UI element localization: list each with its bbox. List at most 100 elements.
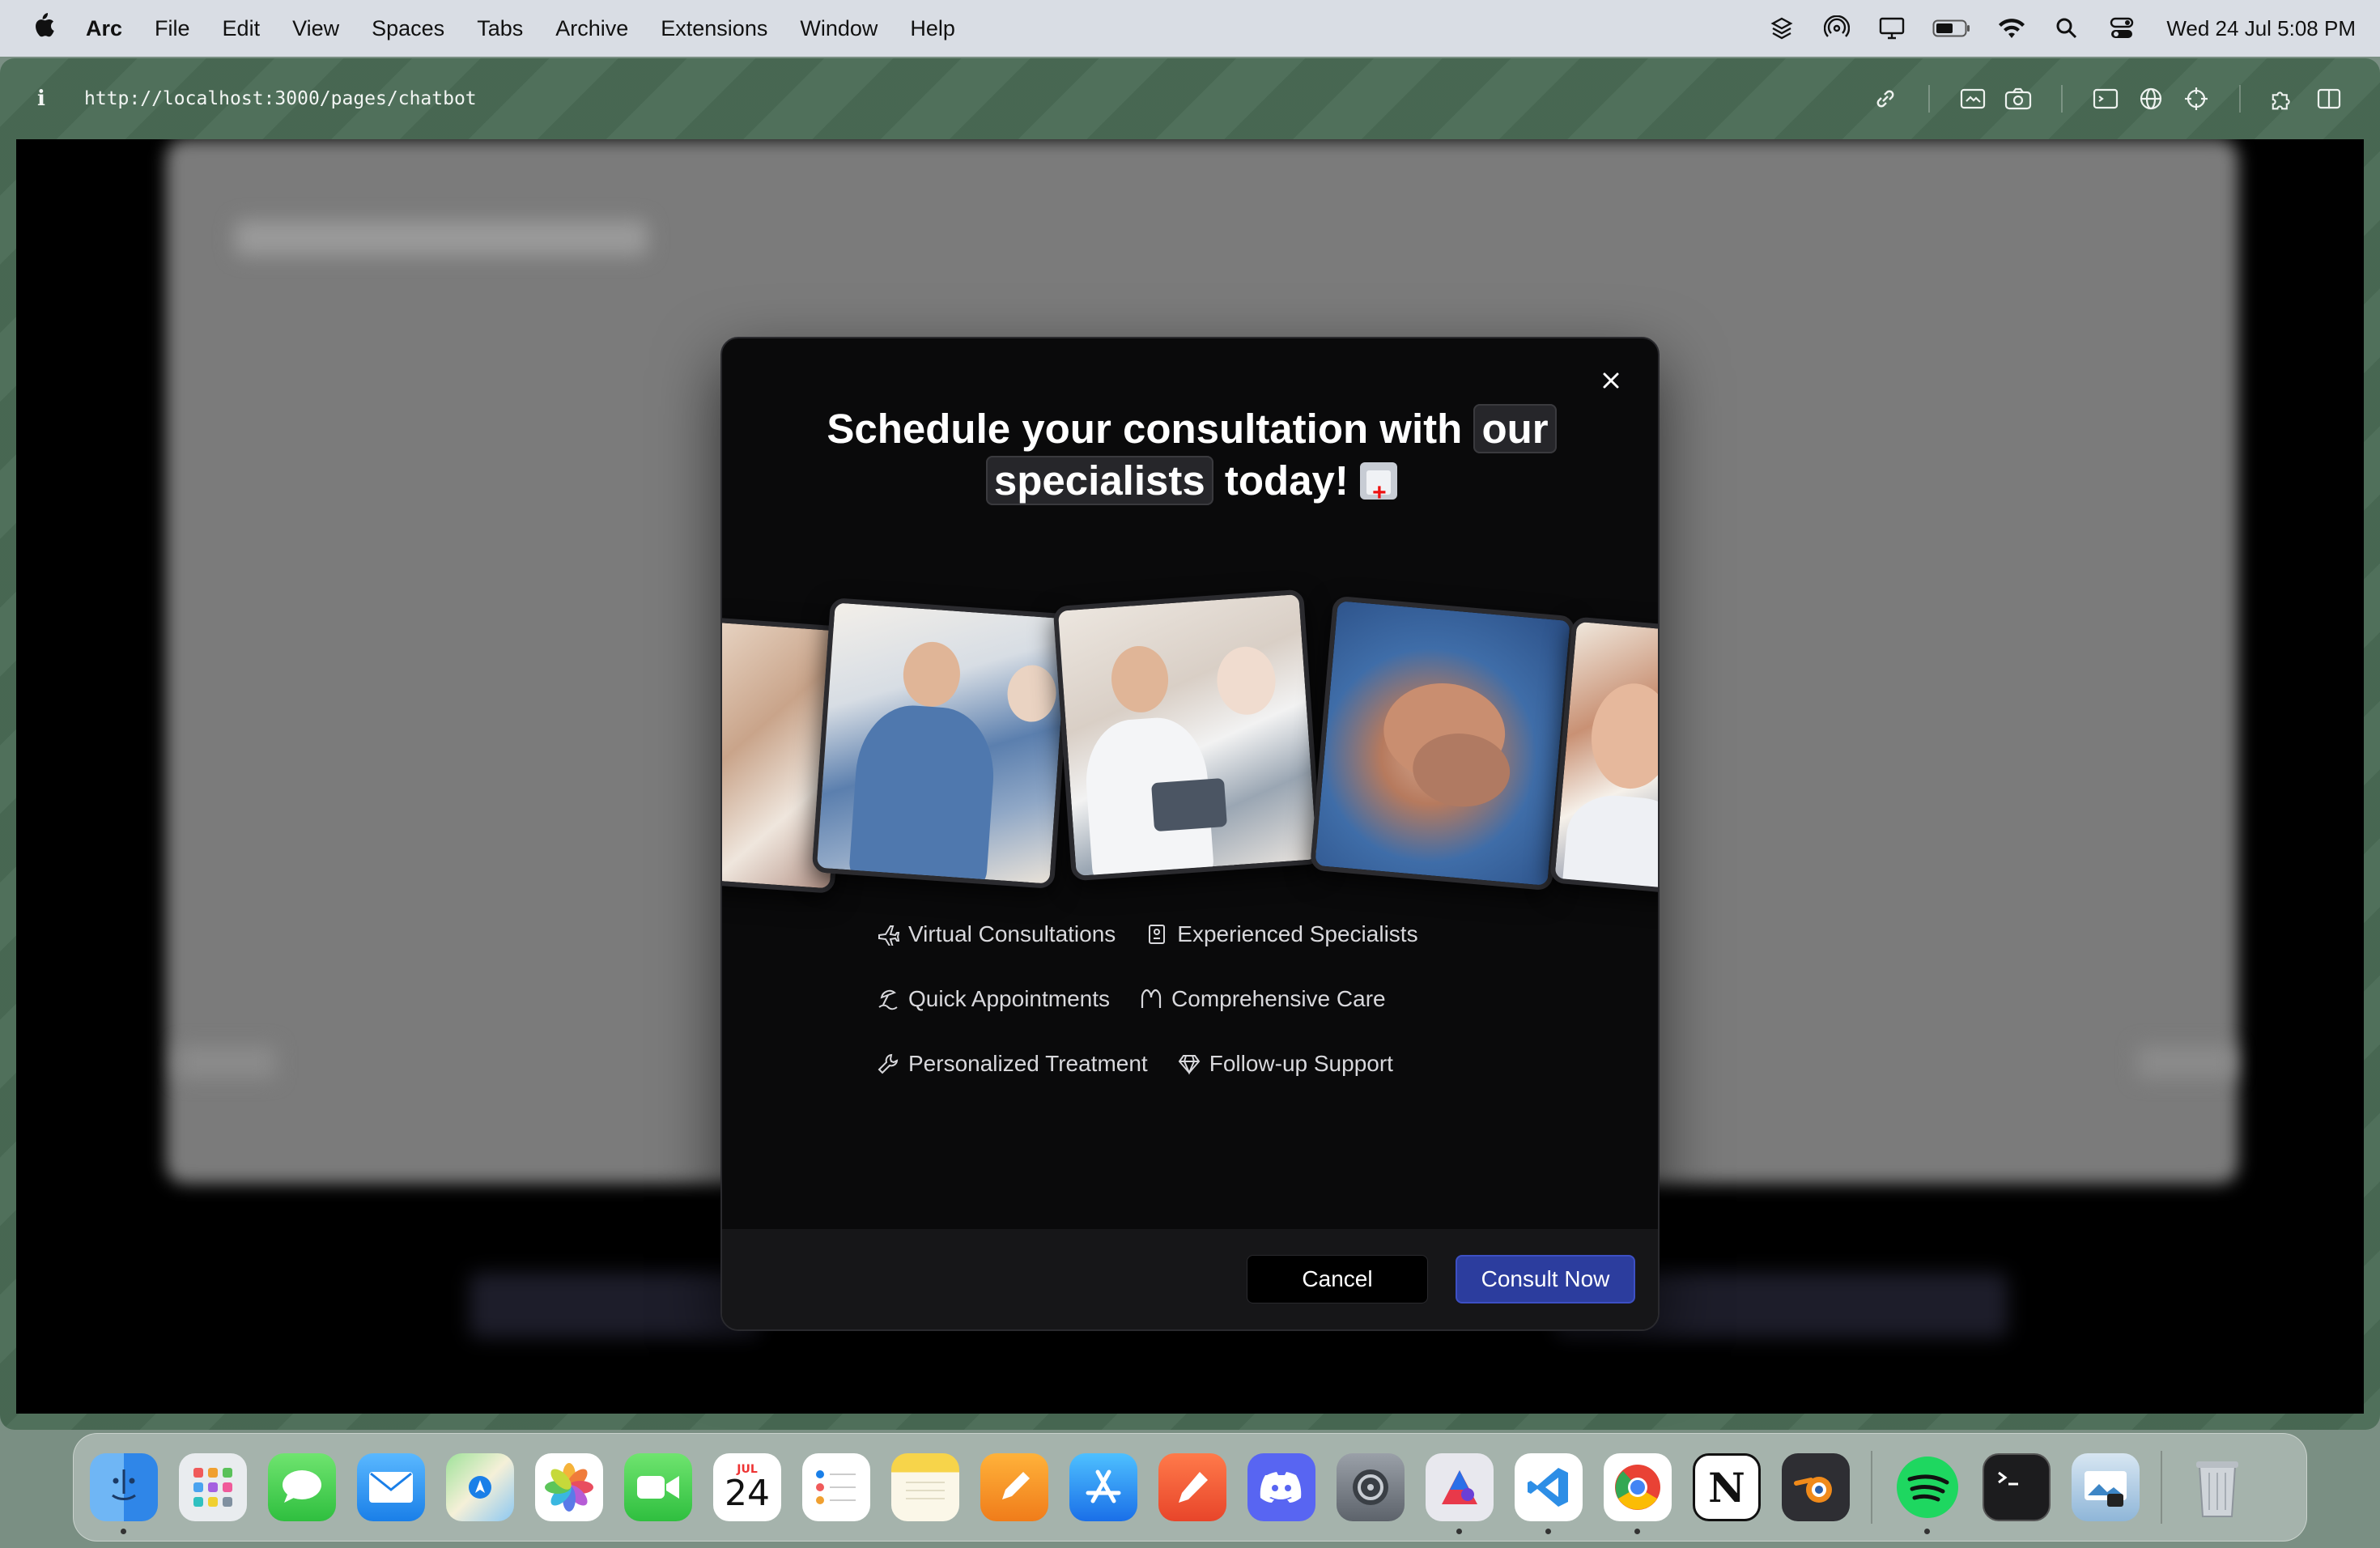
feature-label: Personalized Treatment [908, 1051, 1148, 1076]
menu-archive[interactable]: Archive [555, 16, 628, 41]
facetime-icon[interactable] [624, 1453, 692, 1521]
blender-icon[interactable] [1782, 1453, 1850, 1521]
modal-footer: Cancel Consult Now [722, 1229, 1658, 1329]
menu-app-name[interactable]: Arc [86, 16, 122, 41]
system-settings-icon[interactable] [1337, 1453, 1405, 1521]
gallery-photo[interactable] [811, 597, 1073, 890]
title-highlight-our: our [1473, 404, 1557, 453]
menu-window[interactable]: Window [800, 16, 878, 41]
plane-icon [876, 922, 900, 946]
extensions-icon[interactable] [2270, 85, 2297, 113]
feature-personalized-treatment: Personalized Treatment [876, 1051, 1148, 1077]
modal-title: Schedule your consultation with our spec… [771, 403, 1613, 519]
notion-icon[interactable]: N [1693, 1453, 1761, 1521]
menu-tabs[interactable]: Tabs [477, 16, 523, 41]
title-text: Schedule your consultation with [827, 406, 1474, 452]
photos-icon[interactable] [535, 1453, 603, 1521]
menu-bar: Arc File Edit View Spaces Tabs Archive E… [0, 0, 2380, 57]
camera-icon[interactable] [2004, 85, 2032, 113]
site-info-icon[interactable]: i [37, 87, 62, 111]
feature-label: Quick Appointments [908, 986, 1111, 1011]
layers-icon[interactable] [1766, 13, 1797, 44]
reminders-icon[interactable] [802, 1453, 870, 1521]
gallery-photo[interactable] [1052, 589, 1323, 882]
pen-app-icon[interactable] [1158, 1453, 1226, 1521]
finder-icon[interactable] [90, 1453, 158, 1534]
diamond-icon [1177, 1052, 1201, 1076]
menu-extensions[interactable]: Extensions [661, 16, 767, 41]
display-icon[interactable] [1876, 13, 1907, 44]
messages-icon[interactable] [268, 1453, 336, 1521]
mail-icon[interactable] [357, 1453, 425, 1521]
terminal-icon[interactable] [1983, 1453, 2051, 1521]
app-store-icon[interactable] [1069, 1453, 1137, 1521]
feature-label: Comprehensive Care [1171, 986, 1386, 1011]
dock-divider [2161, 1451, 2162, 1524]
consultation-modal: Schedule your consultation with our spec… [720, 337, 1660, 1331]
feature-label: Virtual Consultations [908, 921, 1116, 946]
spotify-icon[interactable] [1893, 1453, 1961, 1534]
vscode-icon[interactable] [1515, 1453, 1583, 1534]
url-bar: i http://localhost:3000/pages/chatbot [16, 58, 2364, 139]
photo-gallery [722, 573, 1658, 921]
feature-row: Quick Appointments Comprehensive Care [876, 986, 1524, 1012]
menu-clock[interactable]: Wed 24 Jul 5:08 PM [2166, 16, 2356, 41]
menu-spaces[interactable]: Spaces [372, 16, 444, 41]
trash-icon[interactable] [2183, 1453, 2251, 1521]
toolbar-divider [2239, 85, 2241, 113]
toolbar-divider [1928, 85, 1930, 113]
wrench-icon [876, 1052, 900, 1076]
menu-view[interactable]: View [292, 16, 339, 41]
globe-icon[interactable] [2137, 85, 2165, 113]
menu-edit[interactable]: Edit [223, 16, 261, 41]
chrome-icon[interactable] [1604, 1453, 1672, 1534]
consult-now-button[interactable]: Consult Now [1456, 1255, 1635, 1303]
search-icon[interactable] [2051, 13, 2082, 44]
split-view-icon[interactable] [2315, 85, 2343, 113]
feature-label: Follow-up Support [1209, 1051, 1393, 1076]
pages-icon[interactable] [980, 1453, 1048, 1521]
console-icon[interactable] [2092, 85, 2119, 113]
blurred-nav-left [178, 1046, 275, 1078]
control-center-icon[interactable] [2106, 13, 2137, 44]
blurred-nav-right [2137, 1046, 2234, 1078]
calendar-day: 24 [725, 1473, 770, 1514]
affinity-icon[interactable] [1426, 1453, 1494, 1534]
feature-quick-appointments: Quick Appointments [876, 986, 1110, 1012]
menu-help[interactable]: Help [910, 16, 955, 41]
toolbar-divider [2061, 85, 2063, 113]
blurred-button-left [470, 1273, 761, 1337]
title-text-end: today! [1213, 457, 1349, 504]
arches-icon [1139, 987, 1163, 1011]
title-highlight-specialists: specialists [985, 456, 1213, 505]
hospital-emoji-icon [1360, 462, 1398, 519]
feature-experienced-specialists: Experienced Specialists [1145, 921, 1418, 947]
cancel-button[interactable]: Cancel [1247, 1255, 1428, 1303]
browser-window: i http://localhost:3000/pages/chatbot Sc… [0, 58, 2380, 1430]
blurred-page-title [235, 220, 648, 256]
notes-icon[interactable] [891, 1453, 959, 1521]
capture-icon[interactable] [1959, 85, 1987, 113]
id-badge-icon [1145, 922, 1169, 946]
calendar-icon[interactable]: JUL 24 [713, 1453, 781, 1521]
menu-file[interactable]: File [155, 16, 190, 41]
feature-row: Virtual Consultations Experienced Specia… [876, 921, 1524, 947]
crosshair-icon[interactable] [2182, 85, 2210, 113]
apple-icon[interactable] [24, 11, 62, 46]
feature-list: Virtual Consultations Experienced Specia… [876, 921, 1524, 1116]
discord-icon[interactable] [1247, 1453, 1315, 1521]
beach-icon [876, 987, 900, 1011]
dock-divider [1871, 1451, 1872, 1524]
url-text[interactable]: http://localhost:3000/pages/chatbot [84, 88, 477, 109]
feature-follow-up-support: Follow-up Support [1177, 1051, 1393, 1077]
link-icon[interactable] [1872, 85, 1899, 113]
feature-comprehensive-care: Comprehensive Care [1139, 986, 1386, 1012]
wifi-icon[interactable] [1996, 13, 2027, 44]
maps-icon[interactable] [446, 1453, 514, 1521]
launchpad-icon[interactable] [179, 1453, 247, 1521]
gallery-photo[interactable] [1309, 595, 1576, 891]
airdrop-icon[interactable] [1821, 13, 1852, 44]
preview-icon[interactable] [2072, 1453, 2140, 1521]
close-icon[interactable] [1593, 363, 1629, 398]
battery-icon[interactable] [1932, 13, 1972, 44]
